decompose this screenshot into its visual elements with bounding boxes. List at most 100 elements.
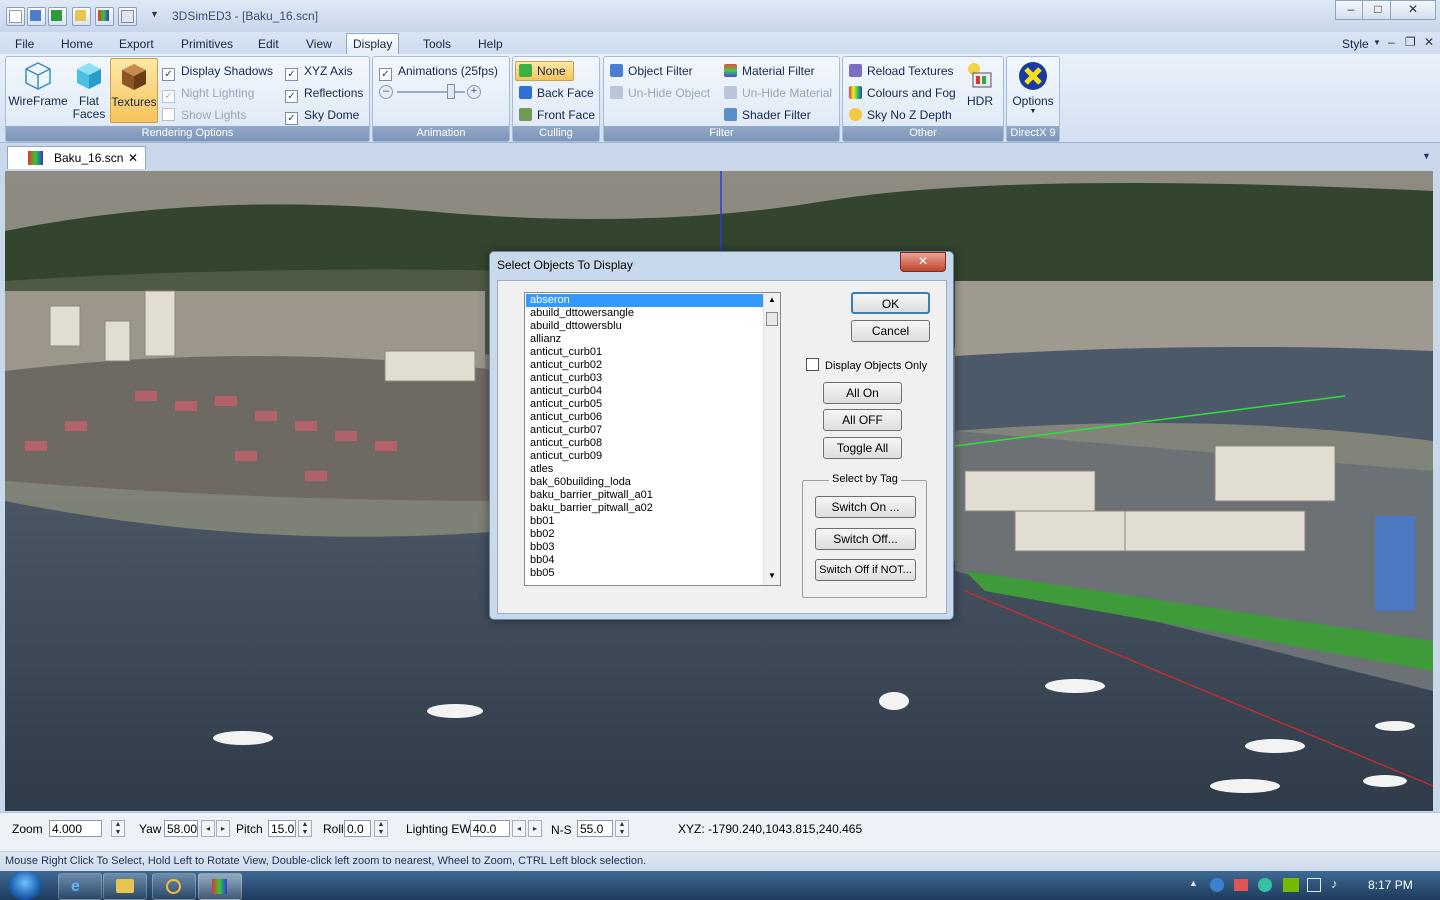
yaw-field[interactable]: 58.00(	[164, 820, 198, 837]
list-item[interactable]: anticut_curb06	[529, 411, 764, 424]
list-item[interactable]: atles	[529, 463, 764, 476]
animations-checkbox[interactable]: ✓ Animations (25fps)	[379, 64, 498, 81]
listbox-scrollbar[interactable]: ▲ ▼	[763, 293, 780, 585]
ns-field[interactable]: 55.0	[577, 820, 613, 837]
switch-on-button[interactable]: Switch On ...	[815, 496, 916, 518]
app-tray-icon[interactable]	[1258, 878, 1272, 892]
list-item[interactable]: anticut_curb02	[529, 359, 764, 372]
scroll-thumb[interactable]	[766, 312, 778, 326]
pitch-field[interactable]: 15.0	[268, 820, 296, 837]
menu-view[interactable]: View	[300, 35, 338, 53]
list-item[interactable]: baku_barrier_pitwall_a01	[529, 489, 764, 502]
toggle-all-button[interactable]: Toggle All	[823, 437, 902, 459]
undo-icon[interactable]	[27, 7, 46, 26]
menu-primitives[interactable]: Primitives	[175, 35, 239, 53]
show-lights-checkbox[interactable]: Show Lights	[162, 108, 246, 122]
colours-fog-button[interactable]: Colours and Fog	[849, 86, 956, 100]
display-shadows-checkbox[interactable]: ✓ Display Shadows	[162, 64, 273, 81]
taskbar-explorer[interactable]	[103, 873, 147, 900]
media-tray-icon[interactable]	[1234, 879, 1248, 891]
scroll-down-icon[interactable]: ▼	[768, 571, 776, 580]
list-item[interactable]: anticut_curb08	[529, 437, 764, 450]
objects-listbox[interactable]: abseron abuild_dttowersangle abuild_dttowe…	[524, 292, 781, 586]
roll-field[interactable]: 0.0	[344, 820, 371, 837]
list-item[interactable]: abuild_dttowersblu	[529, 320, 764, 333]
list-item[interactable]: bb01	[529, 515, 764, 528]
ns-spinner[interactable]: ▲ ▼	[615, 820, 629, 837]
hdr-button[interactable]: HDR	[961, 61, 999, 108]
scroll-up-icon[interactable]: ▲	[768, 295, 776, 304]
taskbar-app[interactable]	[152, 873, 196, 900]
switch-off-if-not-button[interactable]: Switch Off if NOT...	[815, 559, 916, 581]
copy-icon[interactable]	[118, 7, 137, 26]
list-item[interactable]: abseron	[526, 294, 764, 307]
list-item[interactable]: bb03	[529, 541, 764, 554]
xyz-axis-checkbox[interactable]: ✓ XYZ Axis	[285, 64, 353, 81]
menu-tools[interactable]: Tools	[417, 35, 457, 53]
list-item[interactable]: bb05	[529, 567, 764, 580]
list-item[interactable]: bb04	[529, 554, 764, 567]
menu-edit[interactable]: Edit	[252, 35, 285, 53]
front-face-button[interactable]: Front Face	[519, 108, 595, 122]
wireframe-button[interactable]: WireFrame	[8, 61, 68, 108]
ok-button[interactable]: OK	[851, 292, 930, 314]
all-on-button[interactable]: All On	[823, 382, 902, 404]
night-lighting-checkbox[interactable]: ✓ Night Lighting	[162, 86, 254, 103]
close-button[interactable]: ✕	[1390, 0, 1436, 20]
all-off-button[interactable]: All OFF	[823, 409, 902, 431]
yaw-left-arrow[interactable]: ◂	[201, 820, 215, 837]
list-item[interactable]: anticut_curb03	[529, 372, 764, 385]
show-hidden-icons[interactable]: ▲	[1189, 878, 1198, 888]
network-tray-icon[interactable]	[1307, 878, 1321, 892]
mdi-minimize-button[interactable]: –	[1388, 35, 1395, 49]
shader-filter-button[interactable]: Shader Filter	[724, 108, 811, 122]
menu-file[interactable]: File	[9, 35, 40, 53]
list-item[interactable]: bb02	[529, 528, 764, 541]
taskbar-3dsimed[interactable]	[198, 873, 242, 900]
roll-spinner[interactable]: ▲ ▼	[374, 820, 388, 837]
reflections-checkbox[interactable]: ✓ Reflections	[285, 86, 363, 103]
back-face-button[interactable]: Back Face	[519, 86, 594, 100]
yaw-right-arrow[interactable]: ▸	[216, 820, 230, 837]
security-tray-icon[interactable]	[1210, 878, 1224, 892]
new-file-icon[interactable]	[6, 7, 25, 26]
animation-speed-slider-thumb[interactable]	[447, 84, 456, 99]
cancel-button[interactable]: Cancel	[851, 320, 930, 342]
document-tab[interactable]: Baku_16.scn ✕	[7, 146, 146, 169]
menu-help[interactable]: Help	[472, 35, 509, 53]
display-objects-only-checkbox[interactable]: Display Objects Only	[806, 358, 927, 372]
style-dropdown-icon[interactable]: ▼	[1373, 38, 1381, 47]
list-item[interactable]: baku_barrier_pitwall_a02	[529, 502, 764, 515]
slider-decrease-icon[interactable]: –	[379, 85, 393, 99]
list-item[interactable]: bak_60building_loda	[529, 476, 764, 489]
switch-off-button[interactable]: Switch Off...	[815, 528, 916, 550]
lighting-right-arrow[interactable]: ▸	[528, 820, 542, 837]
textures-icon[interactable]	[95, 7, 114, 26]
pitch-spinner[interactable]: ▲ ▼	[298, 820, 312, 837]
list-item[interactable]: anticut_curb07	[529, 424, 764, 437]
open-folder-icon[interactable]	[72, 7, 91, 26]
material-filter-button[interactable]: Material Filter	[724, 64, 815, 78]
taskbar-internet-explorer[interactable]: e	[58, 873, 102, 900]
list-item[interactable]: anticut_curb05	[529, 398, 764, 411]
reload-textures-button[interactable]: Reload Textures	[849, 64, 954, 78]
lighting-ew-field[interactable]: 40.0	[470, 820, 510, 837]
slider-increase-icon[interactable]: +	[467, 85, 481, 99]
redo-icon[interactable]	[48, 7, 67, 26]
mdi-close-button[interactable]: ✕	[1424, 35, 1434, 49]
menu-home[interactable]: Home	[55, 35, 99, 53]
textures-button[interactable]: Textures	[110, 58, 158, 123]
system-clock[interactable]: 8:17 PM	[1368, 878, 1413, 892]
list-item[interactable]: abuild_dttowersangle	[529, 307, 764, 320]
list-item[interactable]: allianz	[529, 333, 764, 346]
zoom-spinner[interactable]: ▲ ▼	[111, 820, 125, 837]
dialog-close-button[interactable]: ✕	[900, 252, 946, 272]
sky-dome-checkbox[interactable]: ✓ Sky Dome	[285, 108, 359, 125]
nvidia-tray-icon[interactable]	[1283, 878, 1299, 892]
style-menu[interactable]: Style	[1336, 35, 1375, 53]
lighting-left-arrow[interactable]: ◂	[512, 820, 526, 837]
sky-no-z-depth-button[interactable]: Sky No Z Depth	[849, 108, 952, 122]
tab-list-dropdown-icon[interactable]: ▼	[1422, 151, 1431, 161]
list-item[interactable]: anticut_curb01	[529, 346, 764, 359]
menu-display[interactable]: Display	[346, 33, 400, 55]
